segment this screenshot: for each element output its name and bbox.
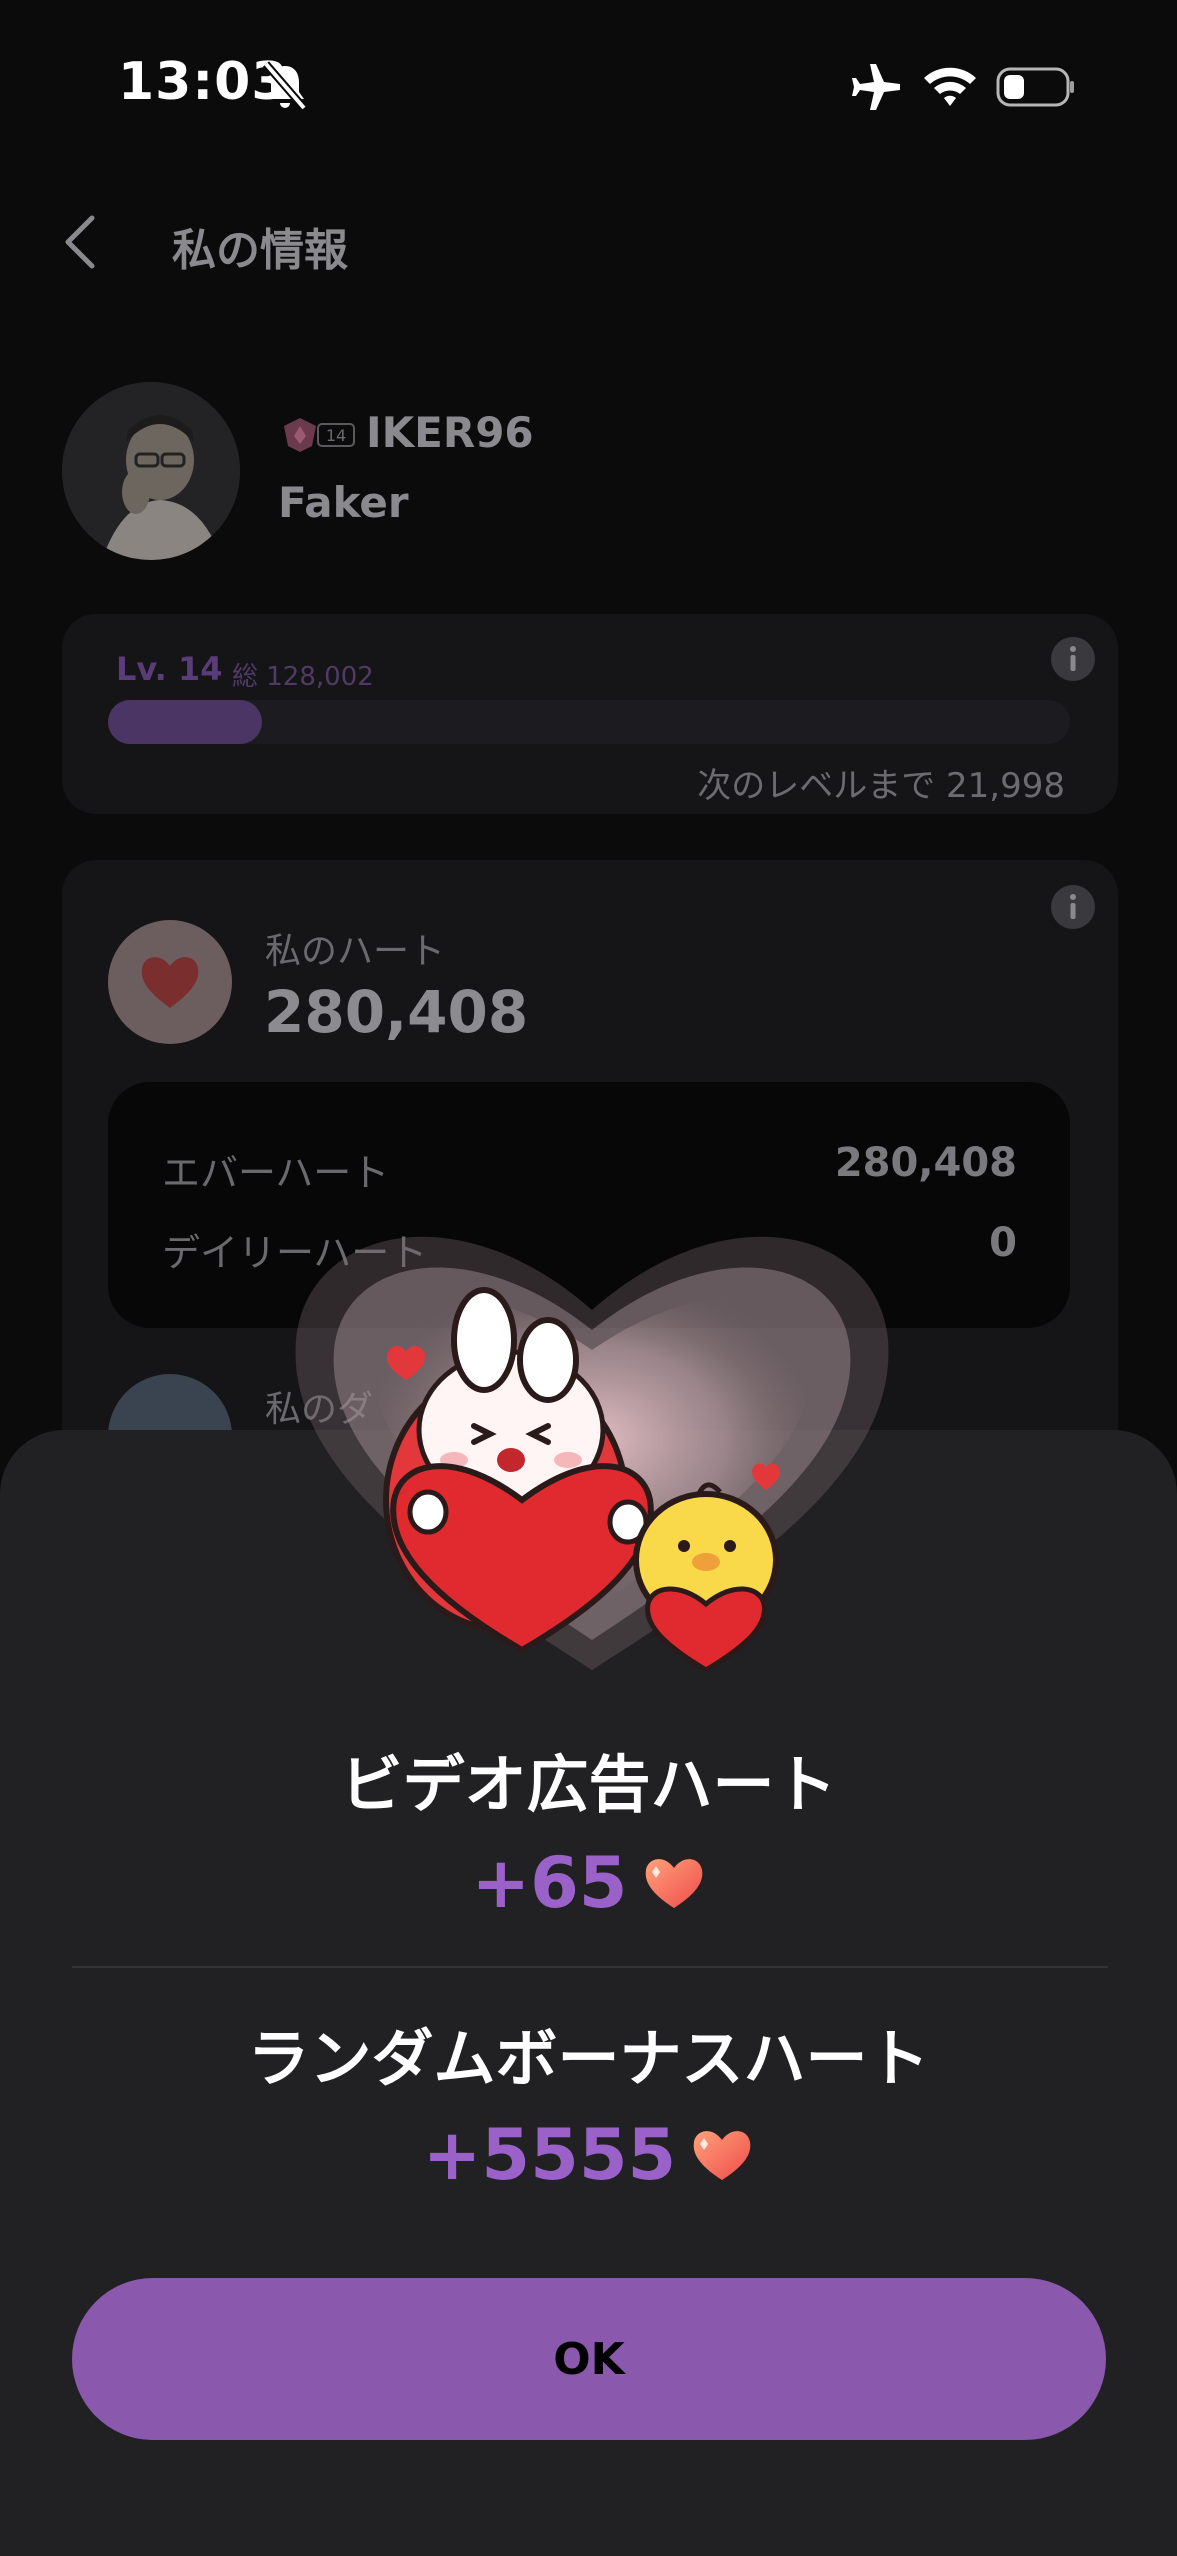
info-icon[interactable] [1048,634,1098,684]
bunny-chick-heart-illustration [295,1236,889,1673]
random-bonus-heart-title: ランダムボーナスハート [247,2022,930,2095]
airplane-icon [852,64,900,110]
user-id: IKER96 [366,408,534,457]
heart-icon [645,1859,702,1908]
random-bonus-heart-amount: +5555 [422,2114,677,2196]
avatar-photo [62,382,240,560]
my-heart-label: 私のハート [265,931,446,972]
random-bonus-heart-amount-row: +5555 [0,2114,1177,2196]
badge-level-text: 14 [326,426,346,445]
battery-icon [996,67,1074,107]
bell-slash-icon [262,61,308,111]
page-title: 私の情報 [172,225,348,276]
heart-icon [693,2131,751,2180]
video-ad-heart-amount: +65 [471,1842,628,1924]
level-progress-fill [108,700,262,744]
avatar[interactable] [62,382,240,560]
my-heart-value: 280,408 [264,978,529,1046]
video-ad-heart-amount-row: +65 [0,1842,1177,1924]
ok-button[interactable]: OK [72,2278,1106,2440]
level-label: Lv. 14 [116,650,223,688]
info-icon[interactable] [1048,882,1098,932]
chevron-left-icon[interactable] [60,212,100,272]
divider [72,1966,1108,1968]
level-badge-icon: 14 [284,418,355,452]
nickname: Faker [278,478,409,527]
daily-heart-value: 0 [989,1220,1017,1266]
next-level-text: 次のレベルまで 21,998 [697,766,1065,806]
level-total: 総 128,002 [232,662,374,692]
heart-icon [141,957,199,1008]
wifi-icon [924,67,976,106]
video-ad-heart-title: ビデオ広告ハート [340,1748,837,1821]
